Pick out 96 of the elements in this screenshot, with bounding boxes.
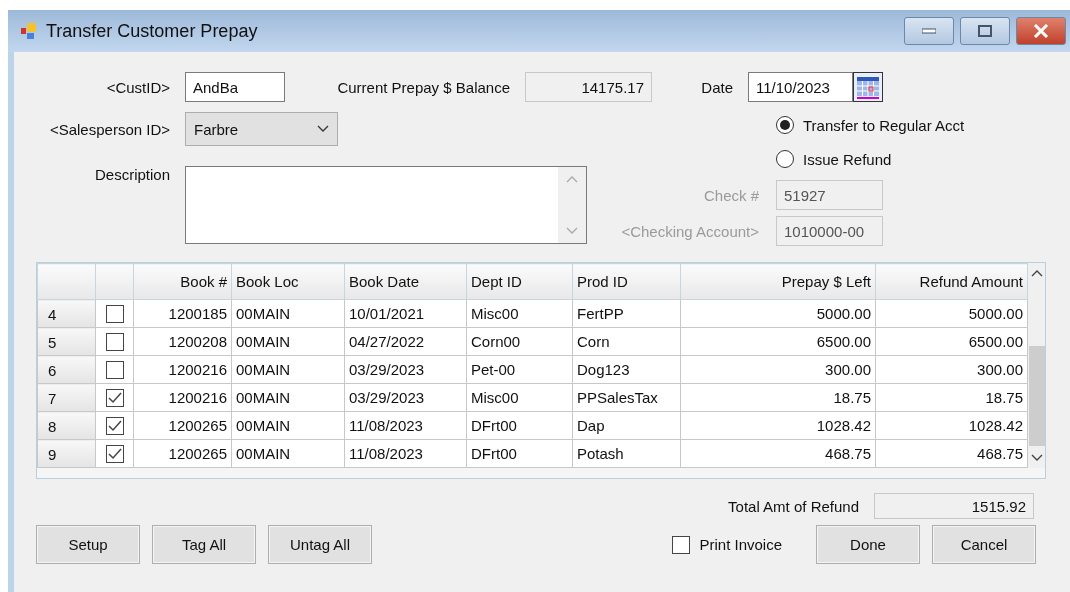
scroll-up-icon[interactable] xyxy=(1030,269,1043,277)
field-label: Description xyxy=(93,166,171,183)
field-label: Check # xyxy=(702,186,760,204)
date-field[interactable]: 11/10/2023 xyxy=(748,72,853,102)
scroll-down-icon[interactable] xyxy=(1030,454,1043,462)
table-cell: PPSalesTax xyxy=(572,383,681,412)
table-cell: 1200216 xyxy=(133,383,232,412)
table-cell: 11/08/2023 xyxy=(344,439,467,468)
close-button[interactable] xyxy=(1016,17,1066,45)
table-cell: Corn00 xyxy=(466,327,573,356)
tag-checkbox[interactable] xyxy=(105,417,124,435)
chevron-down-icon xyxy=(317,125,329,133)
field-label: <CustID> xyxy=(105,78,171,96)
balance-field: 14175.17 xyxy=(525,72,652,102)
table-cell: 00MAIN xyxy=(231,299,345,328)
radio-option[interactable]: Transfer to Regular Acct xyxy=(776,108,965,142)
field-label: <Salesperson ID> xyxy=(48,120,171,138)
table-cell: 18.75 xyxy=(680,383,876,412)
table-cell: Potash xyxy=(572,439,681,468)
tag-checkbox[interactable] xyxy=(105,333,124,351)
table-cell: Pet-00 xyxy=(466,355,573,384)
row-header[interactable]: 6 xyxy=(37,355,96,384)
table-cell: 1200216 xyxy=(133,355,232,384)
column-header[interactable]: Book # xyxy=(133,263,232,300)
table-cell: 00MAIN xyxy=(231,383,345,412)
table-cell: 1200265 xyxy=(133,439,232,468)
table-cell: 10/01/2021 xyxy=(344,299,467,328)
table-cell: 03/29/2023 xyxy=(344,355,467,384)
action-button[interactable]: Done xyxy=(816,525,920,564)
field-label: <Checking Account> xyxy=(620,222,760,240)
table-cell: 00MAIN xyxy=(231,439,345,468)
action-button[interactable]: Cancel xyxy=(932,525,1036,564)
table-cell: 03/29/2023 xyxy=(344,383,467,412)
table-cell: Dog123 xyxy=(572,355,681,384)
table-cell: Dap xyxy=(572,411,681,440)
minimize-icon xyxy=(922,28,936,34)
radio-option[interactable]: Issue Refund xyxy=(776,142,965,176)
tag-checkbox[interactable] xyxy=(105,389,124,407)
cust-id-field[interactable]: AndBa xyxy=(185,72,285,102)
table-cell: 04/27/2022 xyxy=(344,327,467,356)
row-header[interactable]: 9 xyxy=(37,439,96,468)
maximize-button[interactable] xyxy=(960,17,1010,45)
table-cell: DFrt00 xyxy=(466,439,573,468)
minimize-button[interactable] xyxy=(904,17,954,45)
app-icon xyxy=(20,22,38,40)
field-label: Current Prepay $ Balance xyxy=(336,78,511,96)
table-cell: 468.75 xyxy=(875,439,1028,468)
table-cell: 00MAIN xyxy=(231,355,345,384)
table-cell: 18.75 xyxy=(875,383,1028,412)
field-label: Date xyxy=(700,78,734,96)
tag-checkbox[interactable] xyxy=(105,305,124,323)
table-cell: DFrt00 xyxy=(466,411,573,440)
table-cell: 1200185 xyxy=(133,299,232,328)
table-cell: 1200265 xyxy=(133,411,232,440)
table-cell: 300.00 xyxy=(680,355,876,384)
total-refund-field: 1515.92 xyxy=(874,493,1034,519)
table-cell: 00MAIN xyxy=(231,327,345,356)
table-cell: FertPP xyxy=(572,299,681,328)
close-icon xyxy=(1033,24,1049,38)
column-header[interactable]: Dept ID xyxy=(466,263,573,300)
column-header[interactable]: Book Date xyxy=(344,263,467,300)
table-cell: 00MAIN xyxy=(231,411,345,440)
action-button[interactable]: Tag All xyxy=(152,525,256,564)
action-button[interactable]: Untag All xyxy=(268,525,372,564)
window-title: Transfer Customer Prepay xyxy=(46,20,259,42)
table-cell: Misc00 xyxy=(466,383,573,412)
row-header[interactable]: 7 xyxy=(37,383,96,412)
table-cell: 6500.00 xyxy=(680,327,876,356)
table-cell: 1028.42 xyxy=(875,411,1028,440)
column-header[interactable]: Prepay $ Left xyxy=(680,263,876,300)
table-cell: 300.00 xyxy=(875,355,1028,384)
tag-checkbox[interactable] xyxy=(105,445,124,463)
row-header[interactable]: 8 xyxy=(37,411,96,440)
calendar-icon[interactable] xyxy=(853,72,883,102)
action-button[interactable]: Setup xyxy=(36,525,140,564)
table-cell: 11/08/2023 xyxy=(344,411,467,440)
table-cell: 5000.00 xyxy=(680,299,876,328)
table-cell: Misc00 xyxy=(466,299,573,328)
table-cell: 1200208 xyxy=(133,327,232,356)
column-header[interactable]: Refund Amount xyxy=(875,263,1028,300)
tag-checkbox[interactable] xyxy=(105,361,124,379)
table-cell: Corn xyxy=(572,327,681,356)
row-header[interactable]: 5 xyxy=(37,327,96,356)
table-cell: 5000.00 xyxy=(875,299,1028,328)
column-header[interactable]: Book Loc xyxy=(231,263,345,300)
row-header[interactable]: 4 xyxy=(37,299,96,328)
table-cell: 468.75 xyxy=(680,439,876,468)
salesperson-dropdown[interactable]: Farbre xyxy=(185,112,338,146)
table-cell: 6500.00 xyxy=(875,327,1028,356)
total-label: Total Amt of Refund xyxy=(727,497,860,515)
maximize-icon xyxy=(978,25,992,37)
print-invoice-checkbox[interactable]: Print Invoice xyxy=(672,527,782,562)
vertical-scrollbar[interactable] xyxy=(1028,263,1045,468)
table-cell: 1028.42 xyxy=(680,411,876,440)
column-header[interactable]: Prod ID xyxy=(572,263,681,300)
scroll-thumb[interactable] xyxy=(1028,346,1045,446)
